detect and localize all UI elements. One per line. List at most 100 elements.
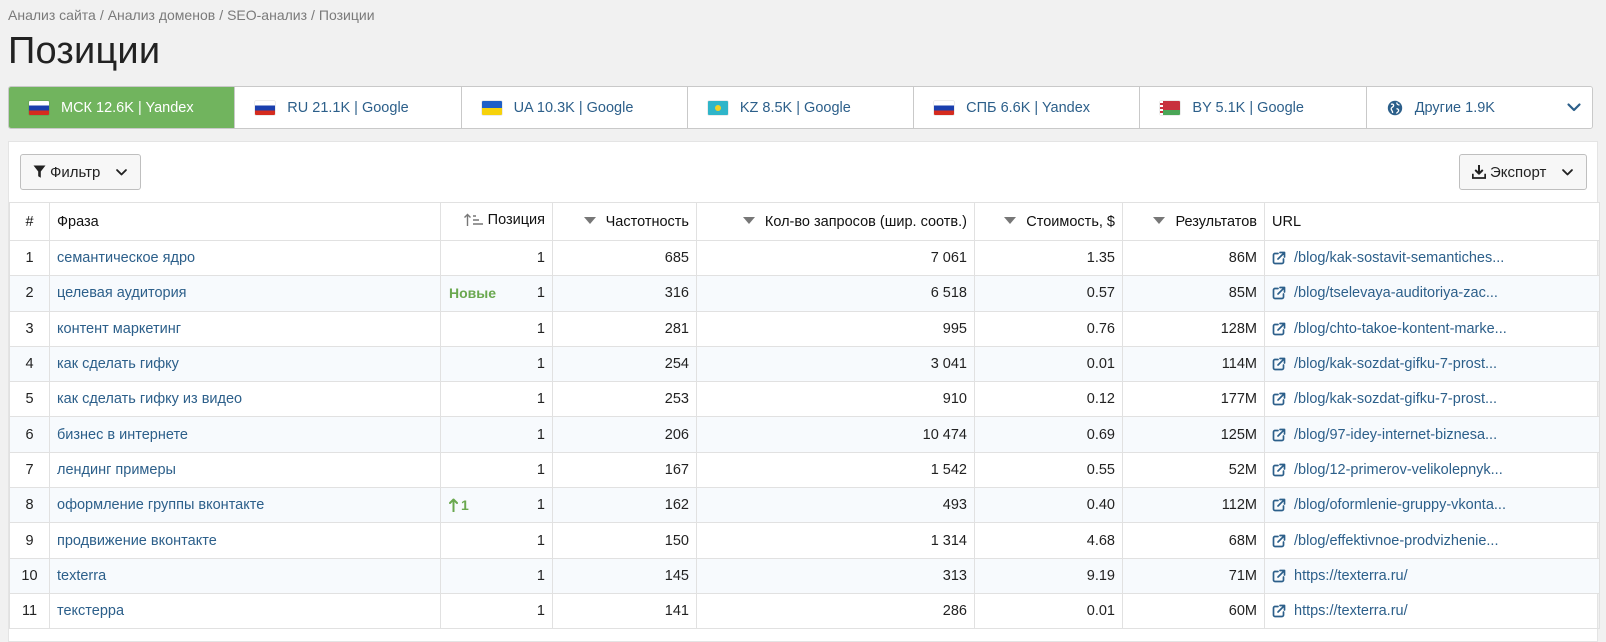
phrase-link[interactable]: оформление группы вконтакте xyxy=(49,487,441,524)
table-row: 1 семантическое ядро 1 685 7 061 1.35 86M/blog… xyxy=(9,239,1600,277)
external-link-icon xyxy=(1272,463,1286,477)
download-icon xyxy=(1472,165,1486,179)
tab-label: UA 10.3K | Google xyxy=(513,99,634,116)
cost-value: 0.01 xyxy=(974,592,1123,630)
column-header-url[interactable]: URL xyxy=(1264,202,1600,241)
column-header-index: # xyxy=(9,202,50,241)
cost-value: 0.12 xyxy=(974,381,1123,418)
phrase-link[interactable]: контент маркетинг xyxy=(49,310,441,347)
phrase-link[interactable]: как сделать гифку из видео xyxy=(49,381,441,418)
belarus-flag-icon xyxy=(1160,100,1181,115)
phrase-link[interactable]: целевая аудитория xyxy=(49,275,441,312)
filter-button[interactable]: Фильтр xyxy=(20,154,141,190)
column-header-cost-label: Стоимость, $ xyxy=(1026,213,1115,230)
phrase-link[interactable]: текстерра xyxy=(49,592,441,630)
page-title: Позиции xyxy=(8,30,161,72)
external-link-icon xyxy=(1272,534,1286,547)
table-row: 8 оформление группы вконтакте 1 1 162 493 0.40… xyxy=(9,487,1600,524)
breadcrumb-item-site-analysis[interactable]: Анализ сайта xyxy=(8,7,96,23)
positions-panel: Фильтр Экспорт # Фраза Позиция Частотнос… xyxy=(8,141,1600,642)
url-text: https://texterra.ru/ xyxy=(1294,603,1408,620)
results-value: 52M xyxy=(1122,451,1265,489)
frequency-value: 253 xyxy=(552,381,697,418)
table-row: 3 контент маркетинг 1 281 995 0.76 128M/blog/c… xyxy=(9,310,1600,347)
sort-ascending-icon xyxy=(463,213,483,226)
column-header-cost[interactable]: Стоимость, $ xyxy=(974,202,1123,241)
position-cell: 1 xyxy=(440,592,553,630)
url-link[interactable]: /blog/97-idey-internet-biznesa... xyxy=(1264,416,1600,453)
table-row: 4 как сделать гифку 1 254 3 041 0.01 114M/blog… xyxy=(9,345,1600,383)
breadcrumb-item-domain-analysis[interactable]: Анализ доменов xyxy=(108,7,215,23)
queries-value: 1 314 xyxy=(696,522,975,559)
url-link[interactable]: https://texterra.ru/ xyxy=(1264,592,1600,630)
tab-ua-google[interactable]: UA 10.3K | Google xyxy=(461,87,688,128)
queries-value: 6 518 xyxy=(696,275,975,312)
url-link[interactable]: /blog/oformlenie-gruppy-vkonta... xyxy=(1264,487,1600,524)
url-link[interactable]: /blog/tselevaya-auditoriya-zac... xyxy=(1264,275,1600,312)
url-link[interactable]: /blog/kak-sozdat-gifku-7-prost... xyxy=(1264,381,1600,418)
tab-other-regions[interactable]: Другие 1.9K xyxy=(1366,87,1592,128)
position-cell: 1 xyxy=(440,310,553,347)
tab-spb-yandex[interactable]: СПБ 6.6K | Yandex xyxy=(914,87,1141,128)
tab-label: Другие 1.9K xyxy=(1414,99,1495,116)
url-link[interactable]: /blog/12-primerov-velikolepnyk... xyxy=(1264,451,1600,489)
queries-value: 10 474 xyxy=(696,416,975,453)
column-header-results-label: Результатов xyxy=(1175,213,1257,230)
column-header-frequency-label: Частотность xyxy=(605,213,689,230)
frequency-value: 145 xyxy=(552,557,697,594)
results-value: 60M xyxy=(1122,592,1265,630)
position-cell: 1 xyxy=(440,522,553,559)
url-text: /blog/kak-sozdat-gifku-7-prost... xyxy=(1294,391,1498,408)
url-link[interactable]: https://texterra.ru/ xyxy=(1264,557,1600,594)
url-link[interactable]: /blog/kak-sostavit-semantiches... xyxy=(1264,239,1600,277)
queries-value: 313 xyxy=(696,557,975,594)
external-link-icon xyxy=(1272,498,1286,512)
url-link[interactable]: /blog/effektivnoe-prodvizhenie... xyxy=(1264,522,1600,559)
url-text: /blog/effektivnoe-prodvizhenie... xyxy=(1294,532,1499,549)
external-link-icon xyxy=(1272,428,1286,441)
url-link[interactable]: /blog/chto-takoe-kontent-marke... xyxy=(1264,310,1600,347)
table-row: 11 текстерра 1 141 286 0.01 60M https://texterr… xyxy=(9,592,1600,630)
column-header-queries[interactable]: Кол-во запросов (шир. соотв.) xyxy=(696,202,975,241)
queries-value: 995 xyxy=(696,310,975,347)
phrase-link[interactable]: продвижение вконтакте xyxy=(49,522,441,559)
sort-desc-icon xyxy=(583,216,596,224)
phrase-link[interactable]: лендинг примеры xyxy=(49,451,441,489)
column-header-results[interactable]: Результатов xyxy=(1122,202,1265,241)
breadcrumb-item-seo-analysis[interactable]: SEO-анализ xyxy=(227,7,307,23)
external-link-icon xyxy=(1272,569,1286,583)
tab-kz-google[interactable]: KZ 8.5K | Google xyxy=(687,87,915,128)
external-link-icon xyxy=(1272,287,1286,300)
position-value: 1 xyxy=(536,532,545,549)
position-change-badge: Новые xyxy=(449,285,496,301)
frequency-value: 281 xyxy=(552,310,697,347)
url-link[interactable]: /blog/kak-sozdat-gifku-7-prost... xyxy=(1264,345,1600,383)
cost-value: 0.01 xyxy=(974,345,1123,383)
tab-label: RU 21.1K | Google xyxy=(287,99,409,116)
positions-table: # Фраза Позиция Частотность Кол-во запро… xyxy=(9,202,1600,630)
phrase-link[interactable]: семантическое ядро xyxy=(49,239,441,277)
column-header-position[interactable]: Позиция xyxy=(440,202,553,241)
tab-msk-yandex[interactable]: МСК 12.6K | Yandex xyxy=(9,87,236,128)
frequency-value: 162 xyxy=(552,487,697,524)
ukraine-flag-icon xyxy=(481,100,502,115)
table-header-row: # Фраза Позиция Частотность Кол-во запро… xyxy=(9,202,1600,241)
tab-ru-google[interactable]: RU 21.1K | Google xyxy=(235,87,462,128)
phrase-link[interactable]: бизнес в интернете xyxy=(49,416,441,453)
url-text: https://texterra.ru/ xyxy=(1294,567,1408,584)
position-cell: 11 xyxy=(440,487,553,524)
position-value: 1 xyxy=(536,567,545,584)
frequency-value: 141 xyxy=(552,592,697,630)
sort-desc-icon xyxy=(742,216,755,224)
phrase-link[interactable]: как сделать гифку xyxy=(49,345,441,383)
position-value: 1 xyxy=(536,497,545,514)
phrase-link[interactable]: texterra xyxy=(49,557,441,594)
tab-by-google[interactable]: BY 5.1K | Google xyxy=(1140,87,1367,128)
column-header-phrase[interactable]: Фраза xyxy=(49,202,441,241)
cost-value: 1.35 xyxy=(974,239,1123,277)
chevron-down-icon xyxy=(116,168,127,175)
url-text: /blog/97-idey-internet-biznesa... xyxy=(1294,426,1498,443)
export-button[interactable]: Экспорт xyxy=(1459,154,1587,190)
chevron-down-icon[interactable] xyxy=(1566,99,1582,115)
column-header-frequency[interactable]: Частотность xyxy=(552,202,697,241)
